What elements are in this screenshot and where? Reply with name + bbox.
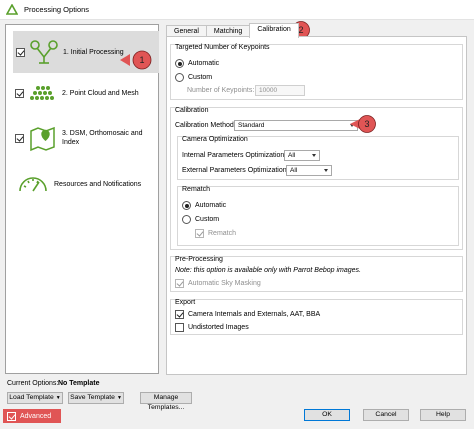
camera-optimization-group: Camera Optimization Internal Parameters … (177, 136, 459, 180)
callout-number: 1 (139, 55, 144, 65)
option-label: Camera Internals and Externals, AAT, BBA (188, 311, 321, 318)
title-bar: Processing Options (0, 0, 474, 20)
calibration-method-label: Calibration Method (175, 122, 234, 129)
keypoints-custom-option[interactable]: Custom (175, 73, 212, 82)
rematch-custom-option[interactable]: Custom (182, 215, 219, 224)
step-initial-processing-checkbox[interactable] (16, 47, 25, 57)
cancel-button[interactable]: Cancel (363, 409, 409, 421)
export-group: Export Camera Internals and Externals, A… (170, 299, 463, 335)
group-title: Camera Optimization (182, 136, 248, 143)
current-options-value: No Template (58, 380, 100, 387)
option-label: Automatic (188, 60, 220, 67)
external-parameters-label: External Parameters Optimization: (182, 167, 289, 174)
sky-masking-checkbox[interactable] (175, 279, 184, 288)
keypoints-automatic-option[interactable]: Automatic (175, 59, 219, 68)
chevron-down-icon (324, 169, 328, 172)
callout-number: 3 (364, 119, 369, 129)
callout-3: 3 (350, 115, 376, 133)
preprocessing-group: Pre-Processing Note: this option is avai… (170, 256, 463, 292)
external-parameters-select[interactable]: All (286, 165, 332, 176)
calibration-group: Calibration Calibration Method Standard … (170, 107, 463, 250)
calibration-method-select[interactable]: Standard (234, 120, 358, 131)
camera-internals-checkbox[interactable] (175, 310, 184, 319)
camera-internals-option[interactable]: Camera Internals and Externals, AAT, BBA (175, 310, 320, 319)
help-button[interactable]: Help (420, 409, 466, 421)
point-cloud-icon (30, 86, 54, 100)
option-label: Automatic Sky Masking (188, 280, 261, 287)
step-label: 1. Initial Processing (63, 48, 124, 56)
calibration-tab-panel: Targeted Number of Keypoints Automatic C… (166, 36, 467, 375)
load-template-button[interactable]: Load Template ▼ (7, 392, 63, 404)
advanced-toggle[interactable]: Advanced (3, 409, 61, 423)
group-title: Targeted Number of Keypoints (175, 44, 270, 51)
map-pin-icon (30, 126, 55, 152)
button-label: Load Template (9, 394, 54, 401)
select-value: Standard (238, 122, 265, 129)
radio-button[interactable] (175, 73, 184, 82)
step-resources-notifications[interactable]: Resources and Notifications (12, 172, 158, 196)
dropdown-arrow-icon: ▼ (116, 395, 122, 401)
button-label: Save Template (70, 394, 115, 401)
ok-button[interactable]: OK (304, 409, 350, 421)
option-label: Custom (195, 216, 220, 223)
internal-parameters-select[interactable]: All (284, 150, 320, 161)
radio-button[interactable] (175, 59, 184, 68)
step-point-cloud[interactable]: 2. Point Cloud and Mesh (12, 81, 158, 105)
save-template-button[interactable]: Save Template ▼ (68, 392, 124, 404)
step-dsm-orthomosaic[interactable]: 3. DSM, Orthomosaic and Index (12, 121, 158, 155)
tab-bar: General Matching Calibration (166, 23, 299, 38)
group-title: Pre-Processing (175, 256, 223, 263)
advanced-checkbox[interactable] (7, 411, 16, 421)
rematch-checkbox[interactable] (195, 229, 204, 238)
step-point-cloud-checkbox[interactable] (15, 88, 24, 98)
radio-button[interactable] (182, 201, 191, 210)
dropdown-arrow-icon: ▼ (55, 395, 61, 401)
select-value: All (290, 167, 298, 174)
gauge-icon (19, 177, 47, 192)
current-options-label: Current Options: (7, 380, 59, 387)
callout-1: 1 (120, 50, 152, 70)
option-label: Undistorted Images (188, 324, 249, 331)
undistorted-images-option[interactable]: Undistorted Images (175, 323, 249, 332)
group-title: Export (175, 299, 196, 306)
rematch-checkbox-option[interactable]: Rematch (195, 229, 236, 238)
steps-panel: 1. Initial Processing 2. Point Cloud and… (5, 24, 159, 374)
preprocessing-note: Note: this option is available only with… (175, 267, 361, 274)
keypoints-group: Targeted Number of Keypoints Automatic C… (170, 44, 463, 100)
select-value: All (288, 152, 296, 159)
rematch-group: Rematch Automatic Custom Rematch (177, 186, 459, 246)
sky-masking-option[interactable]: Automatic Sky Masking (175, 279, 261, 288)
rematch-automatic-option[interactable]: Automatic (182, 201, 226, 210)
drone-camera-icon (30, 40, 58, 64)
internal-parameters-label: Internal Parameters Optimization: (182, 152, 287, 159)
option-label: Rematch (208, 230, 237, 237)
option-label: Custom (188, 74, 213, 81)
step-label: 3. DSM, Orthomosaic and Index (62, 130, 143, 146)
step-label: 2. Point Cloud and Mesh (62, 89, 139, 97)
step-label: Resources and Notifications (54, 180, 142, 188)
undistorted-images-checkbox[interactable] (175, 323, 184, 332)
callout-number: 2 (298, 25, 303, 35)
window-title: Processing Options (24, 5, 90, 14)
number-keypoints-input[interactable]: 10000 (255, 85, 305, 96)
pix4d-app-icon (6, 3, 18, 15)
group-title: Rematch (182, 186, 211, 193)
step-dsm-checkbox[interactable] (15, 133, 24, 143)
advanced-label: Advanced (20, 412, 52, 420)
chevron-down-icon (312, 154, 316, 157)
option-label: Automatic (195, 202, 227, 209)
tab-calibration[interactable]: Calibration (249, 23, 299, 38)
group-title: Calibration (175, 107, 209, 114)
number-keypoints-label: Number of Keypoints: (187, 87, 255, 94)
radio-button[interactable] (182, 215, 191, 224)
manage-templates-button[interactable]: Manage Templates... (140, 392, 192, 411)
